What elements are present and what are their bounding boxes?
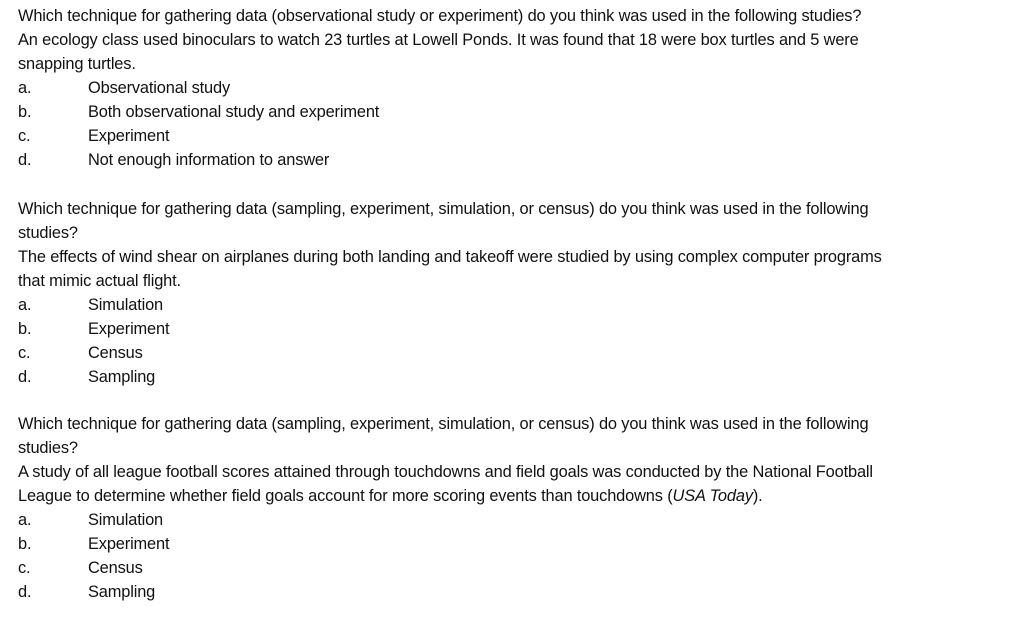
question-3-prompt-line-3: A study of all league football scores at… — [18, 463, 873, 481]
question-2-option-c[interactable]: c. Census — [18, 341, 1008, 365]
question-1: Which technique for gathering data (obse… — [18, 4, 1008, 172]
question-3-option-c[interactable]: c. Census — [18, 556, 1008, 580]
question-2-option-d[interactable]: d. Sampling — [18, 365, 1008, 389]
option-text: Observational study — [88, 79, 231, 97]
question-2-prompt-line-1: Which technique for gathering data (samp… — [18, 200, 869, 218]
option-text: Simulation — [88, 511, 164, 529]
question-3-prompt-line-2: studies? — [18, 439, 78, 457]
option-letter: a. — [18, 296, 32, 314]
option-letter: b. — [18, 103, 32, 121]
question-2-prompt-line-4: that mimic actual flight. — [18, 272, 181, 290]
question-3-prompt-line-4: League to determine whether field goals … — [18, 484, 1008, 508]
question-2-option-a[interactable]: a. Simulation — [18, 293, 1008, 317]
option-letter: d. — [18, 583, 32, 601]
option-letter: d. — [18, 368, 32, 386]
question-2-prompt-line-2: studies? — [18, 224, 78, 242]
citation-source: USA Today — [672, 487, 754, 505]
question-3-option-d[interactable]: d. Sampling — [18, 580, 1008, 604]
question-1-option-d[interactable]: d. Not enough information to answer — [18, 148, 1008, 172]
question-2-option-b[interactable]: b. Experiment — [18, 317, 1008, 341]
question-1-option-c[interactable]: c. Experiment — [18, 124, 1008, 148]
question-2-prompt-line-3: The effects of wind shear on airplanes d… — [18, 248, 882, 266]
question-1-prompt-line-2: An ecology class used binoculars to watc… — [18, 31, 859, 49]
question-1-option-a[interactable]: a. Observational study — [18, 76, 1008, 100]
option-letter: c. — [18, 127, 31, 145]
option-text: Census — [88, 344, 143, 362]
question-3-option-a[interactable]: a. Simulation — [18, 508, 1008, 532]
prompt-text: League to determine whether field goals … — [18, 487, 673, 505]
question-1-option-b[interactable]: b. Both observational study and experime… — [18, 100, 1008, 124]
question-1-prompt-line-3: snapping turtles. — [18, 55, 136, 73]
option-text: Not enough information to answer — [88, 151, 330, 169]
option-letter: c. — [18, 559, 31, 577]
question-3: Which technique for gathering data (samp… — [18, 412, 1008, 604]
question-1-prompt-line-1: Which technique for gathering data (obse… — [18, 7, 862, 25]
option-letter: c. — [18, 344, 31, 362]
question-3-prompt-line-1: Which technique for gathering data (samp… — [18, 415, 869, 433]
prompt-text-end: ). — [752, 487, 763, 505]
option-letter: d. — [18, 151, 32, 169]
option-letter: b. — [18, 320, 32, 338]
option-text: Both observational study and experiment — [88, 103, 380, 121]
option-text: Sampling — [88, 583, 156, 601]
question-2: Which technique for gathering data (samp… — [18, 197, 1008, 389]
option-text: Experiment — [88, 320, 170, 338]
option-text: Census — [88, 559, 143, 577]
option-letter: a. — [18, 511, 32, 529]
option-letter: b. — [18, 535, 32, 553]
option-text: Sampling — [88, 368, 156, 386]
option-text: Simulation — [88, 296, 164, 314]
option-text: Experiment — [88, 535, 170, 553]
option-letter: a. — [18, 79, 32, 97]
option-text: Experiment — [88, 127, 170, 145]
question-3-option-b[interactable]: b. Experiment — [18, 532, 1008, 556]
